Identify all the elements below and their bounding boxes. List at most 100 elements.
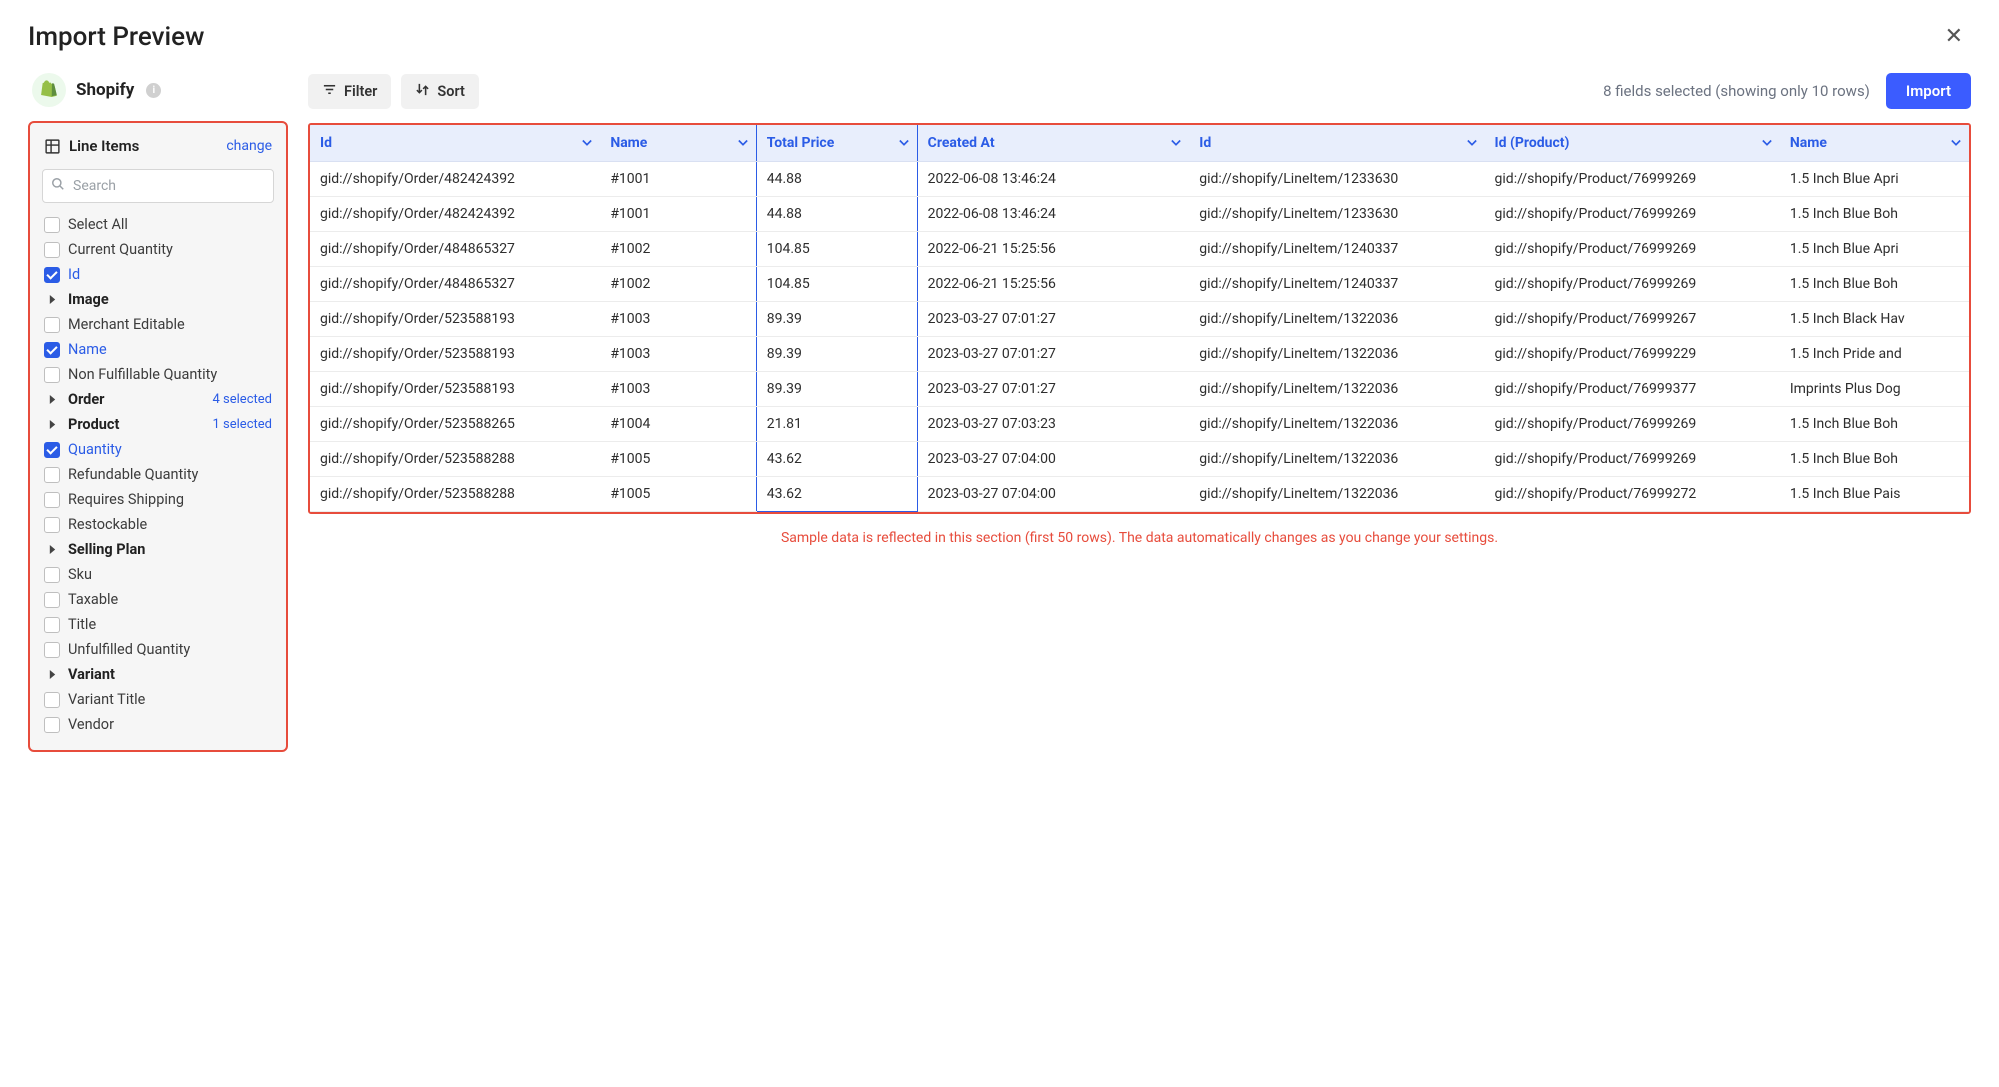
change-link[interactable]: change [226, 138, 272, 154]
table-cell: 1.5 Inch Blue Boh [1780, 407, 1969, 442]
column-header[interactable]: Total Price [756, 125, 917, 162]
checkbox[interactable] [44, 317, 60, 333]
table-cell: gid://shopify/LineItem/1233630 [1189, 197, 1484, 232]
field-label: Current Quantity [68, 241, 272, 258]
chevron-down-icon[interactable] [899, 135, 909, 151]
field-item[interactable]: Requires Shipping [42, 488, 274, 511]
caret-right-icon [44, 419, 60, 430]
checkbox[interactable] [44, 442, 60, 458]
table-cell: gid://shopify/Product/76999269 [1485, 162, 1780, 197]
table-cell: #1005 [600, 442, 756, 477]
field-item[interactable]: Merchant Editable [42, 313, 274, 336]
checkbox[interactable] [44, 492, 60, 508]
fields-section-title: Line Items [69, 137, 139, 155]
table-cell: gid://shopify/Product/76999269 [1485, 232, 1780, 267]
checkbox[interactable] [44, 617, 60, 633]
filter-icon [322, 82, 337, 101]
table-cell: 104.85 [756, 232, 917, 267]
field-item[interactable]: Unfulfilled Quantity [42, 638, 274, 661]
field-item[interactable]: Taxable [42, 588, 274, 611]
checkbox[interactable] [44, 342, 60, 358]
field-item[interactable]: Name [42, 338, 274, 361]
field-item[interactable]: Vendor [42, 713, 274, 736]
table-cell: Imprints Plus Dog [1780, 372, 1969, 407]
checkbox[interactable] [44, 692, 60, 708]
preview-table: IdNameTotal PriceCreated AtIdId (Product… [310, 125, 1969, 512]
table-cell: #1003 [600, 302, 756, 337]
field-item[interactable]: Product1 selected [42, 413, 274, 436]
table-cell: gid://shopify/LineItem/1322036 [1189, 442, 1484, 477]
close-icon[interactable]: ✕ [1937, 20, 1971, 53]
checkbox[interactable] [44, 517, 60, 533]
field-item[interactable]: Sku [42, 563, 274, 586]
line-items-icon [44, 138, 61, 155]
column-header[interactable]: Name [1780, 125, 1969, 162]
shopify-logo-icon [32, 73, 66, 107]
info-icon[interactable]: i [146, 83, 161, 98]
field-item[interactable]: Select All [42, 213, 274, 236]
checkbox[interactable] [44, 717, 60, 733]
field-item[interactable]: Order4 selected [42, 388, 274, 411]
column-header[interactable]: Id [1189, 125, 1484, 162]
field-item[interactable]: Refundable Quantity [42, 463, 274, 486]
chevron-down-icon[interactable] [738, 135, 748, 151]
field-item[interactable]: Title [42, 613, 274, 636]
caret-right-icon [44, 294, 60, 305]
table-cell: 2022-06-08 13:46:24 [917, 197, 1189, 232]
table-cell: 2023-03-27 07:01:27 [917, 337, 1189, 372]
checkbox[interactable] [44, 642, 60, 658]
field-label: Selling Plan [68, 541, 272, 558]
sort-button[interactable]: Sort [401, 74, 479, 109]
checkbox[interactable] [44, 592, 60, 608]
table-cell: #1004 [600, 407, 756, 442]
preview-table-wrap: IdNameTotal PriceCreated AtIdId (Product… [308, 123, 1971, 514]
field-item[interactable]: Non Fulfillable Quantity [42, 363, 274, 386]
table-cell: gid://shopify/Order/523588288 [310, 442, 600, 477]
field-item[interactable]: Quantity [42, 438, 274, 461]
sort-label: Sort [437, 83, 465, 100]
column-header[interactable]: Id [310, 125, 600, 162]
field-item[interactable]: Selling Plan [42, 538, 274, 561]
field-label: Order [68, 391, 205, 408]
column-header[interactable]: Created At [917, 125, 1189, 162]
table-cell: gid://shopify/Product/76999229 [1485, 337, 1780, 372]
field-item[interactable]: Variant [42, 663, 274, 686]
filter-button[interactable]: Filter [308, 74, 391, 109]
checkbox[interactable] [44, 467, 60, 483]
table-cell: 43.62 [756, 477, 917, 512]
table-cell: 1.5 Inch Blue Boh [1780, 267, 1969, 302]
table-row: gid://shopify/Order/484865327#1002104.85… [310, 267, 1969, 302]
table-cell: gid://shopify/LineItem/1322036 [1189, 477, 1484, 512]
chevron-down-icon[interactable] [1171, 135, 1181, 151]
chevron-down-icon[interactable] [1951, 135, 1961, 151]
field-item[interactable]: Current Quantity [42, 238, 274, 261]
chevron-down-icon[interactable] [1762, 135, 1772, 151]
table-cell: #1003 [600, 337, 756, 372]
checkbox[interactable] [44, 367, 60, 383]
table-cell: 89.39 [756, 337, 917, 372]
chevron-down-icon[interactable] [1467, 135, 1477, 151]
table-cell: #1003 [600, 372, 756, 407]
field-item[interactable]: Restockable [42, 513, 274, 536]
field-label: Refundable Quantity [68, 466, 272, 483]
checkbox[interactable] [44, 567, 60, 583]
table-cell: gid://shopify/Order/523588193 [310, 337, 600, 372]
field-label: Unfulfilled Quantity [68, 641, 272, 658]
checkbox[interactable] [44, 217, 60, 233]
table-row: gid://shopify/Order/523588193#100389.392… [310, 337, 1969, 372]
field-selected-count: 1 selected [213, 417, 272, 432]
field-item[interactable]: Image [42, 288, 274, 311]
checkbox[interactable] [44, 242, 60, 258]
table-cell: #1001 [600, 197, 756, 232]
import-button[interactable]: Import [1886, 73, 1971, 109]
integration-name: Shopify [76, 80, 134, 100]
column-header[interactable]: Name [600, 125, 756, 162]
column-header[interactable]: Id (Product) [1485, 125, 1780, 162]
checkbox[interactable] [44, 267, 60, 283]
field-item[interactable]: Id [42, 263, 274, 286]
field-item[interactable]: Variant Title [42, 688, 274, 711]
field-search-input[interactable] [42, 169, 274, 203]
field-label: Select All [68, 216, 272, 233]
chevron-down-icon[interactable] [582, 135, 592, 151]
field-label: Vendor [68, 716, 272, 733]
